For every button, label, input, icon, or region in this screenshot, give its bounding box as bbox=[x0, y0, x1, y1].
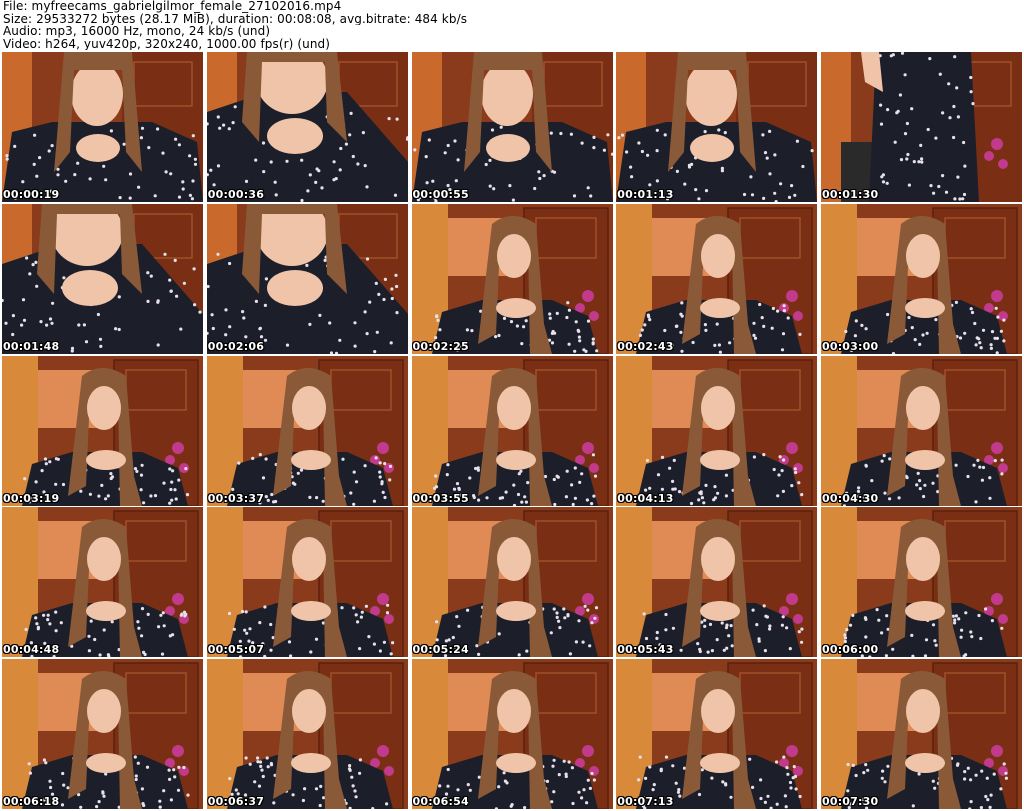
thumbnail-image bbox=[821, 507, 1022, 658]
thumbnail-image bbox=[411, 203, 613, 354]
thumbnail-timestamp: 00:00:19 bbox=[3, 188, 60, 201]
thumbnail-image bbox=[411, 52, 613, 202]
thumbnail-image bbox=[206, 659, 408, 809]
thumbnail-image bbox=[821, 355, 1022, 506]
video-thumbnail: 00:03:37 bbox=[206, 355, 408, 506]
video-thumbnail: 00:04:13 bbox=[616, 355, 818, 506]
thumbnail-timestamp: 00:03:00 bbox=[822, 339, 879, 353]
video-thumbnail: 00:06:18 bbox=[2, 659, 203, 809]
video-thumbnail: 00:01:13 bbox=[616, 52, 818, 202]
video-thumbnail: 00:06:54 bbox=[411, 659, 613, 809]
video-thumbnail: 00:02:06 bbox=[206, 203, 408, 354]
thumbnail-timestamp: 00:04:13 bbox=[617, 491, 674, 505]
audio-line: Audio: mp3, 16000 Hz, mono, 24 kb/s (und… bbox=[3, 25, 271, 38]
thumbnail-timestamp: 00:01:48 bbox=[3, 339, 60, 353]
thumbnail-image bbox=[821, 52, 1022, 202]
thumbnail-grid: 00:00:19 00:00:36 00:00:55 00:01:13 00:01:30… bbox=[2, 52, 1022, 809]
video-thumbnail: 00:06:37 bbox=[206, 659, 408, 809]
thumbnail-timestamp: 00:05:24 bbox=[412, 643, 469, 657]
video-thumbnail: 00:01:48 bbox=[2, 203, 203, 354]
thumbnail-timestamp: 00:06:54 bbox=[412, 795, 469, 808]
video-thumbnail: 00:06:00 bbox=[821, 507, 1022, 658]
video-thumbnail: 00:03:55 bbox=[411, 355, 613, 506]
thumbnail-timestamp: 00:06:18 bbox=[3, 795, 60, 808]
video-thumbnail: 00:04:30 bbox=[821, 355, 1022, 506]
video-thumbnail: 00:00:19 bbox=[2, 52, 203, 202]
video-thumbnail: 00:05:43 bbox=[616, 507, 818, 658]
thumbnail-timestamp: 00:02:43 bbox=[617, 339, 674, 353]
thumbnail-image bbox=[616, 659, 818, 809]
thumbnail-image bbox=[206, 203, 408, 354]
video-thumbnail: 00:04:48 bbox=[2, 507, 203, 658]
thumbnail-timestamp: 00:07:30 bbox=[822, 795, 879, 808]
thumbnail-timestamp: 00:03:55 bbox=[412, 491, 469, 505]
thumbnail-timestamp: 00:03:19 bbox=[3, 491, 60, 505]
thumbnail-timestamp: 00:05:43 bbox=[617, 643, 674, 657]
thumbnail-image bbox=[616, 507, 818, 658]
thumbnail-image bbox=[411, 507, 613, 658]
video-thumbnail: 00:00:36 bbox=[206, 52, 408, 202]
thumbnail-image bbox=[616, 52, 818, 202]
video-thumbnail: 00:02:43 bbox=[616, 203, 818, 354]
video-thumbnail: 00:03:00 bbox=[821, 203, 1022, 354]
thumbnail-image bbox=[411, 355, 613, 506]
thumbnail-image bbox=[206, 507, 408, 658]
thumbnail-image bbox=[616, 203, 818, 354]
thumbnail-image bbox=[206, 52, 408, 202]
thumbnail-timestamp: 00:03:37 bbox=[207, 491, 265, 505]
thumbnail-timestamp: 00:01:30 bbox=[822, 188, 879, 201]
video-thumbnail: 00:07:30 bbox=[821, 659, 1022, 809]
file-line: File: myfreecams_gabrielgilmor_female_27… bbox=[3, 0, 342, 13]
video-thumbnail: 00:05:07 bbox=[206, 507, 408, 658]
video-line: Video: h264, yuv420p, 320x240, 1000.00 f… bbox=[3, 37, 331, 50]
thumbnail-image bbox=[2, 203, 203, 354]
size-line: Size: 29533272 bytes (28.17 MiB), durati… bbox=[3, 12, 468, 25]
video-thumbnail: 00:02:25 bbox=[411, 203, 613, 354]
video-thumbnail: 00:03:19 bbox=[2, 355, 203, 506]
thumbnail-timestamp: 00:06:00 bbox=[822, 643, 879, 657]
video-thumbnail: 00:00:55 bbox=[411, 52, 613, 202]
video-info-header: File: myfreecams_gabrielgilmor_female_27… bbox=[3, 0, 1021, 50]
thumbnail-timestamp: 00:07:13 bbox=[617, 795, 674, 808]
thumbnail-timestamp: 00:02:25 bbox=[412, 339, 469, 353]
thumbnail-timestamp: 00:04:48 bbox=[3, 643, 60, 657]
thumbnail-image bbox=[2, 507, 203, 658]
thumbnail-image bbox=[2, 355, 203, 506]
thumbnail-timestamp: 00:05:07 bbox=[207, 643, 265, 657]
thumbnail-timestamp: 00:00:55 bbox=[412, 188, 469, 201]
thumbnail-timestamp: 00:02:06 bbox=[207, 339, 265, 353]
thumbnail-image bbox=[2, 659, 203, 809]
video-thumbnail: 00:05:24 bbox=[411, 507, 613, 658]
video-thumbnail: 00:01:30 bbox=[821, 52, 1022, 202]
thumbnail-image bbox=[821, 659, 1022, 809]
video-thumbnail: 00:07:13 bbox=[616, 659, 818, 809]
thumbnail-image bbox=[2, 52, 203, 202]
thumbnail-image bbox=[206, 355, 408, 506]
thumbnail-timestamp: 00:04:30 bbox=[822, 491, 879, 505]
thumbnail-image bbox=[411, 659, 613, 809]
thumbnail-timestamp: 00:00:36 bbox=[207, 188, 265, 201]
thumbnail-image bbox=[616, 355, 818, 506]
thumbnail-image bbox=[821, 203, 1022, 354]
thumbnail-timestamp: 00:01:13 bbox=[617, 188, 674, 201]
thumbnail-timestamp: 00:06:37 bbox=[207, 795, 265, 808]
